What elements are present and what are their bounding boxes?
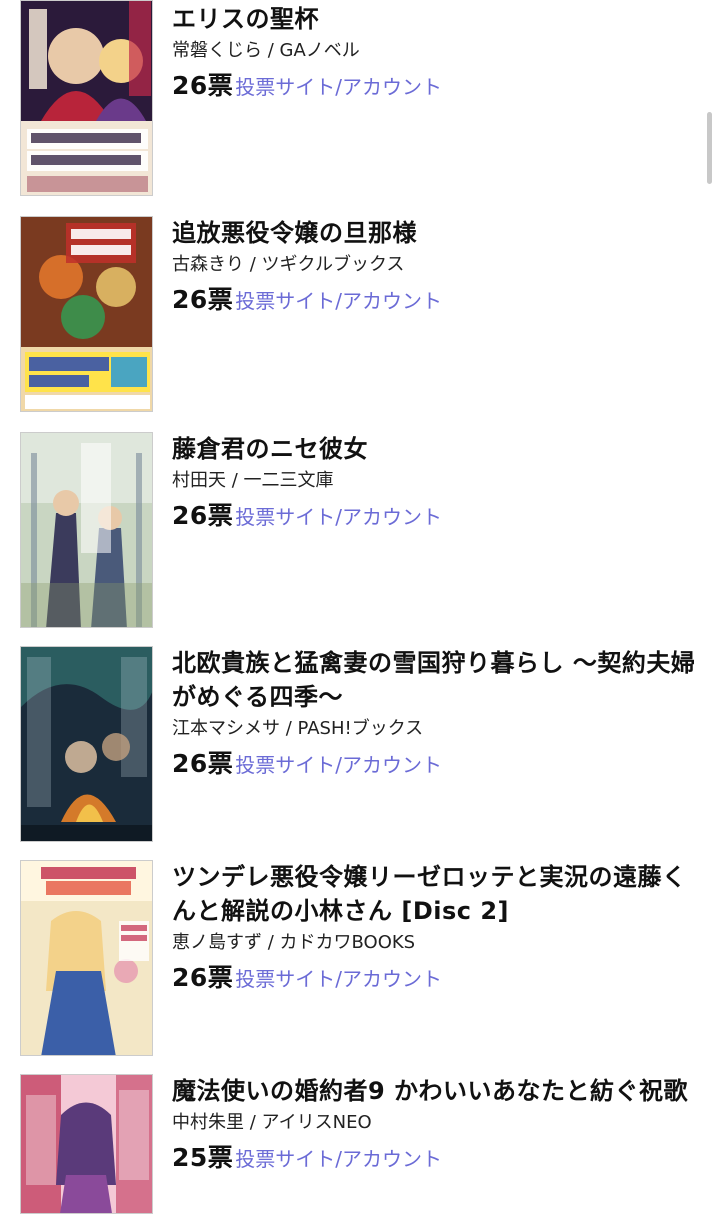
vote-row: 26票 投票サイト/アカウント [172, 496, 702, 532]
book-author-publisher: 江本マシメサ / PASH!ブックス [172, 718, 424, 739]
list-item[interactable]: 藤倉君のニセ彼女 村田天 / 一二三文庫 26票 投票サイト/アカウント [0, 432, 718, 632]
list-item[interactable]: エリスの聖杯 常磐くじら / GAノベル 26票 投票サイト/アカウント [0, 0, 718, 210]
vote-site-account-link[interactable]: 投票サイト/アカウント [235, 285, 442, 314]
book-title: ツンデレ悪役令嬢リーゼロッテと実況の遠藤くんと解説の小林さん [Disc 2] [172, 863, 687, 925]
vote-count: 26票 [172, 71, 234, 100]
vote-row: 26票 投票サイト/アカウント [172, 280, 702, 316]
book-author-publisher: 古森きり / ツギクルブックス [172, 254, 405, 275]
book-cover-image[interactable] [20, 646, 153, 842]
list-item[interactable]: 魔法使いの婚約者9 かわいいあなたと紡ぐ祝歌 中村朱里 / アイリスNEO 25… [0, 1074, 718, 1214]
vote-site-account-link[interactable]: 投票サイト/アカウント [235, 1143, 442, 1172]
scrollbar-thumb[interactable] [707, 112, 712, 184]
book-author-publisher: 中村朱里 / アイリスNEO [172, 1112, 372, 1133]
vote-site-account-link[interactable]: 投票サイト/アカウント [235, 501, 442, 530]
book-author-publisher: 村田天 / 一二三文庫 [172, 470, 334, 491]
book-cover-image[interactable] [20, 1074, 153, 1214]
book-cover-image[interactable] [20, 432, 153, 628]
book-title: 北欧貴族と猛禽妻の雪国狩り暮らし 〜契約夫婦がめぐる四季〜 [172, 649, 696, 711]
list-item[interactable]: 北欧貴族と猛禽妻の雪国狩り暮らし 〜契約夫婦がめぐる四季〜 江本マシメサ / P… [0, 646, 718, 846]
list-item[interactable]: ツンデレ悪役令嬢リーゼロッテと実況の遠藤くんと解説の小林さん [Disc 2] … [0, 860, 718, 1060]
vote-site-account-link[interactable]: 投票サイト/アカウント [235, 749, 442, 778]
book-title: 魔法使いの婚約者9 かわいいあなたと紡ぐ祝歌 [172, 1077, 689, 1105]
vote-row: 26票 投票サイト/アカウント [172, 744, 702, 780]
book-author-publisher: 常磐くじら / GAノベル [172, 40, 360, 61]
vote-row: 26票 投票サイト/アカウント [172, 958, 702, 994]
vote-row: 26票 投票サイト/アカウント [172, 66, 702, 102]
book-title: エリスの聖杯 [172, 5, 319, 33]
vote-count: 25票 [172, 1143, 234, 1172]
vote-count: 26票 [172, 501, 234, 530]
book-title: 藤倉君のニセ彼女 [172, 435, 368, 463]
book-cover-image[interactable] [20, 216, 153, 412]
vote-count: 26票 [172, 285, 234, 314]
vote-count: 26票 [172, 749, 234, 778]
book-cover-image[interactable] [20, 0, 153, 196]
book-author-publisher: 恵ノ島すず / カドカワBOOKS [172, 932, 416, 953]
vote-site-account-link[interactable]: 投票サイト/アカウント [235, 963, 442, 992]
book-title: 追放悪役令嬢の旦那様 [172, 219, 417, 247]
book-cover-image[interactable] [20, 860, 153, 1056]
vote-site-account-link[interactable]: 投票サイト/アカウント [235, 71, 442, 100]
vote-count: 26票 [172, 963, 234, 992]
list-item[interactable]: 追放悪役令嬢の旦那様 古森きり / ツギクルブックス 26票 投票サイト/アカウ… [0, 216, 718, 416]
vote-row: 25票 投票サイト/アカウント [172, 1138, 702, 1174]
